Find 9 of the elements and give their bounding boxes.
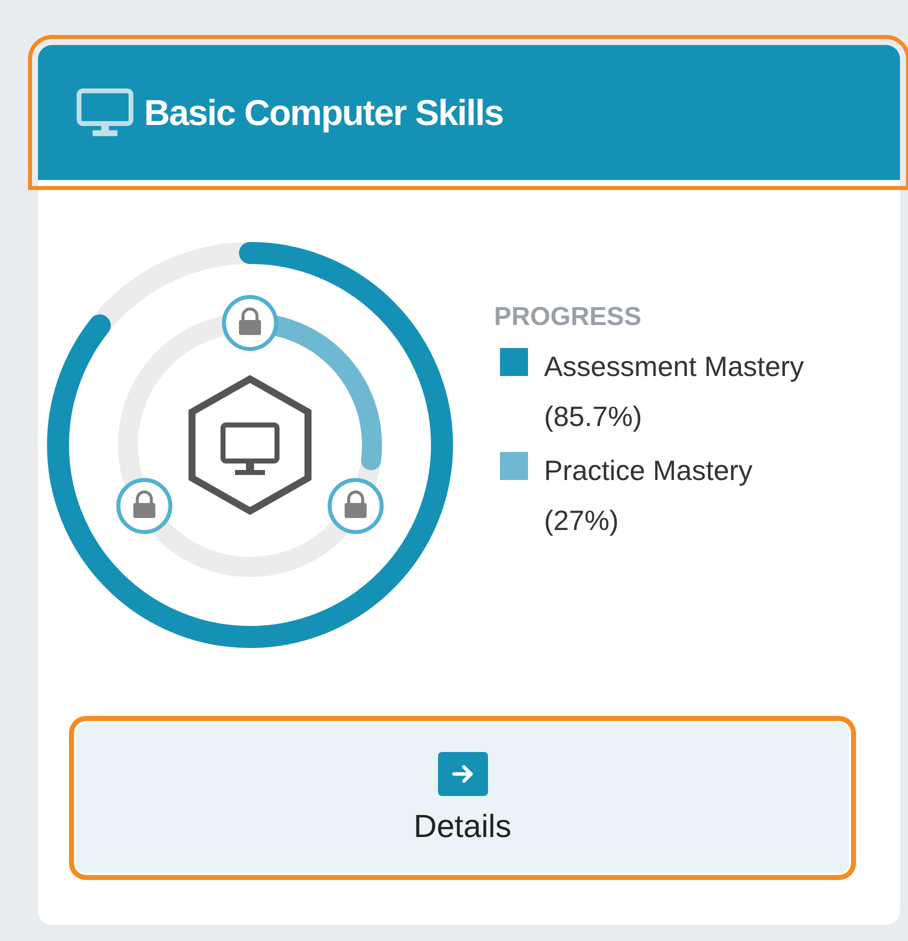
legend-label: Assessment Mastery [544, 350, 804, 384]
legend-value: (27%) [544, 504, 620, 538]
legend-heading: PROGRESS [494, 300, 642, 332]
details-button[interactable]: Details [76, 723, 849, 873]
arrow-right-icon [438, 752, 488, 796]
legend-label: Practice Mastery [544, 454, 752, 488]
legend-value: (85.7%) [544, 400, 644, 434]
monitor-icon [76, 88, 134, 138]
card-title: Basic Computer Skills [144, 92, 504, 134]
